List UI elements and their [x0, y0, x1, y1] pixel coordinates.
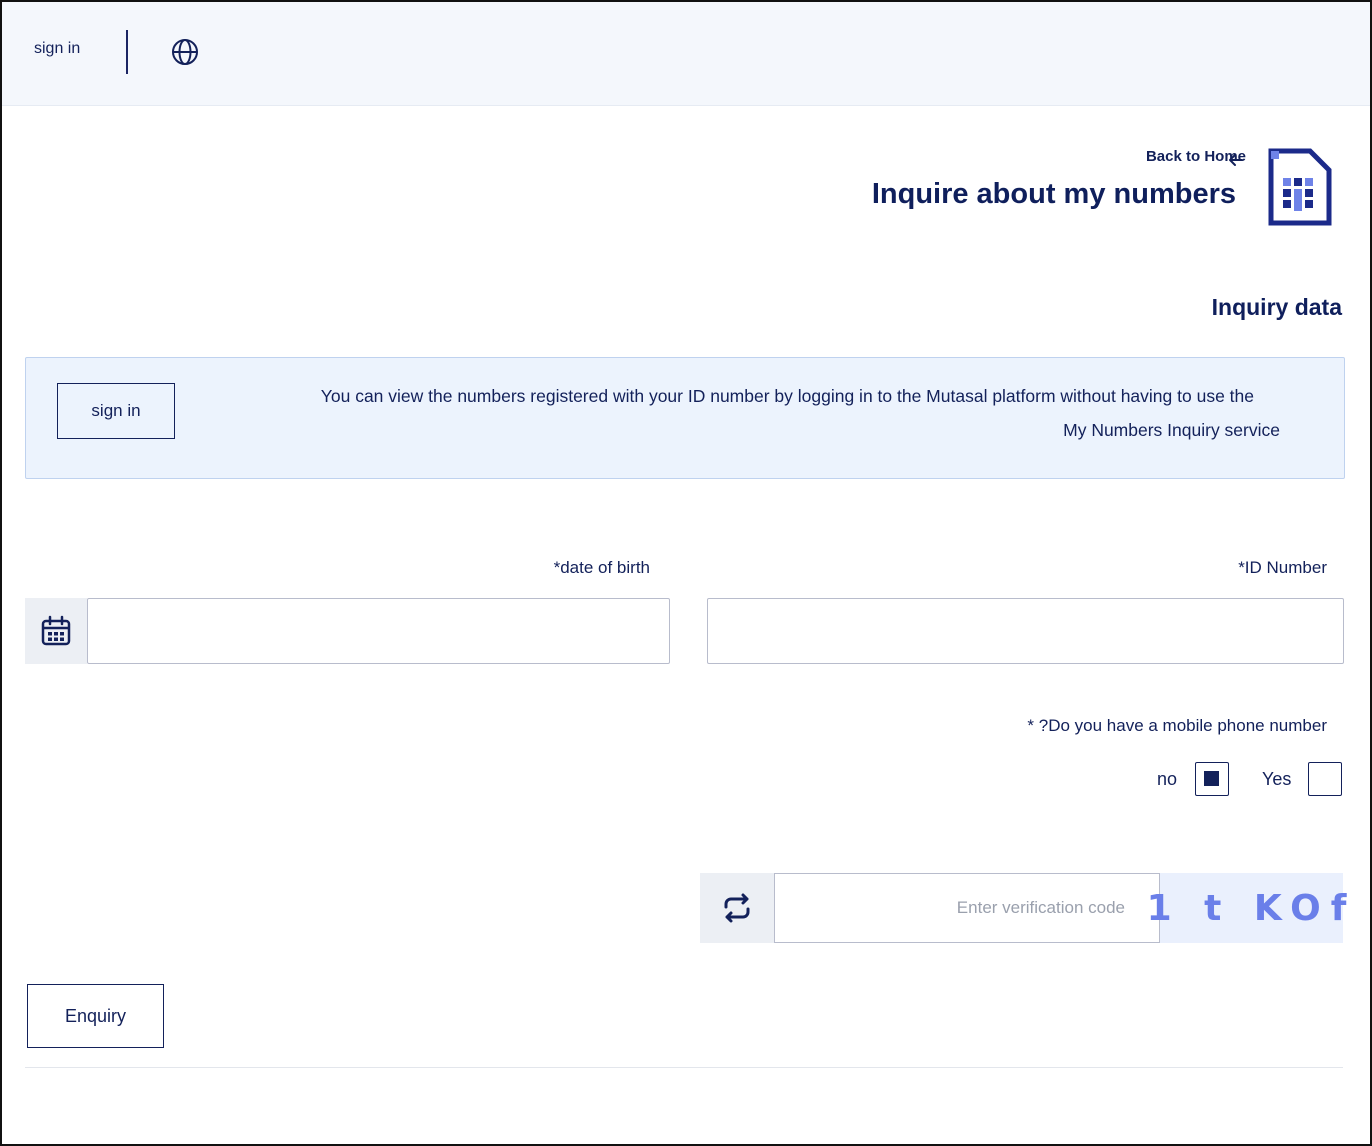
calendar-icon: [41, 615, 71, 646]
option-yes-label: Yes: [1262, 769, 1292, 789]
header-divider: [126, 30, 128, 74]
sign-in-button[interactable]: sign in: [57, 383, 175, 439]
header-sign-in-link[interactable]: sign in: [34, 40, 80, 58]
mobile-question-label: * ?Do you have a mobile phone number: [1027, 716, 1327, 735]
page-title: Inquire about my numbers: [871, 178, 1236, 210]
verification-code-input[interactable]: [774, 873, 1160, 943]
section-title: Inquiry data: [1211, 294, 1342, 320]
globe-icon[interactable]: [170, 37, 200, 67]
id-number-label: *ID Number: [1238, 558, 1327, 577]
info-text-line-1: You can view the numbers registered with…: [320, 386, 1254, 406]
info-banner: sign in You can view the numbers registe…: [25, 357, 1345, 479]
top-bar: sign in: [2, 2, 1370, 106]
date-of-birth-label: *date of birth: [553, 558, 650, 577]
checked-indicator: [1204, 771, 1219, 786]
option-yes-checkbox[interactable]: [1308, 762, 1342, 796]
sim-card-icon: [1268, 148, 1332, 226]
enquiry-button[interactable]: Enquiry: [27, 984, 164, 1048]
captcha-image: 1 t KOf: [1147, 873, 1346, 943]
refresh-icon: [724, 893, 750, 923]
arrow-left-icon[interactable]: [1226, 150, 1246, 170]
refresh-captcha-button[interactable]: [700, 873, 774, 943]
date-of-birth-input[interactable]: [87, 598, 670, 664]
option-no-checkbox[interactable]: [1195, 762, 1229, 796]
info-text-line-2: My Numbers Inquiry service: [1063, 420, 1280, 440]
id-number-input[interactable]: [707, 598, 1344, 664]
divider: [25, 1067, 1343, 1068]
page-frame: [0, 0, 1372, 1146]
option-no-label: no: [1157, 769, 1178, 789]
calendar-button[interactable]: [25, 598, 87, 664]
